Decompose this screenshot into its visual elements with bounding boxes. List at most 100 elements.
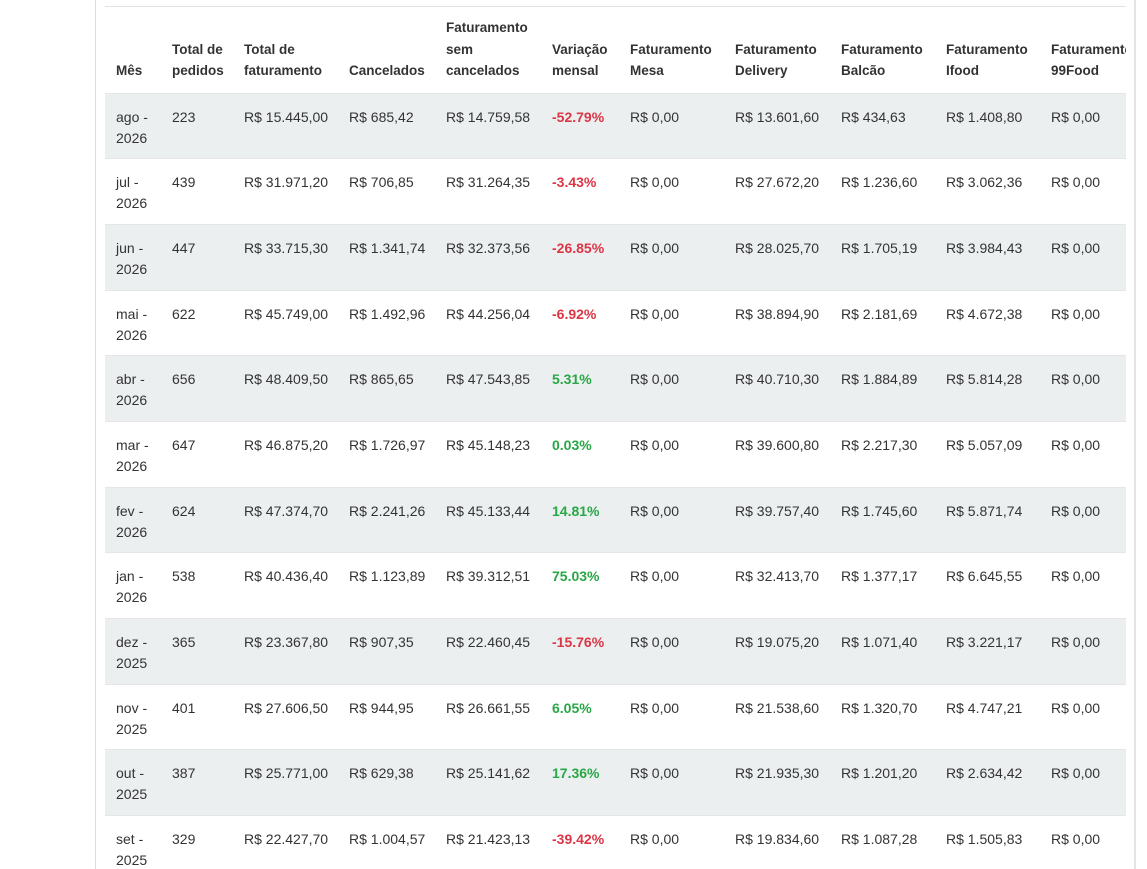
month-cell: jun - 2026 [105, 223, 161, 291]
counter-revenue-cell: R$ 1.745,60 [830, 486, 935, 553]
monthly-variation-cell: 14.81% [541, 486, 619, 553]
cancelled-cell: R$ 685,42 [338, 92, 435, 159]
total-revenue-cell: R$ 46.875,20 [233, 420, 338, 488]
table-revenue-cell: R$ 0,00 [619, 92, 724, 159]
month-cell: mar - 2026 [105, 420, 161, 488]
table-revenue-cell: R$ 0,00 [619, 420, 724, 488]
ifood-revenue-cell: R$ 1.505,83 [935, 815, 1040, 869]
cancelled-cell: R$ 907,35 [338, 618, 435, 685]
table-row: dez - 2025 365 R$ 23.367,80 R$ 907,35 R$ 22.… [105, 618, 1126, 685]
ifood-revenue-cell: R$ 5.057,09 [935, 420, 1040, 488]
food99-revenue-cell: R$ 0,00 [1040, 158, 1126, 225]
total-revenue-cell: R$ 23.367,80 [233, 618, 338, 685]
month-cell: dez - 2025 [105, 618, 161, 685]
cancelled-cell: R$ 629,38 [338, 749, 435, 816]
table-body: ago - 2026 223 R$ 15.445,00 R$ 685,42 R$ 14.… [105, 92, 1126, 869]
delivery-revenue-cell: R$ 40.710,30 [724, 355, 830, 422]
table-row: jun - 2026 447 R$ 33.715,30 R$ 1.341,74 R$ 3… [105, 223, 1126, 291]
month-cell: mai - 2026 [105, 289, 161, 356]
ifood-revenue-cell: R$ 5.814,28 [935, 355, 1040, 422]
vertical-scrollbar[interactable] [1134, 0, 1136, 869]
monthly-variation-cell: 6.05% [541, 683, 619, 750]
orders-cell: 223 [161, 92, 233, 159]
net-revenue-cell: R$ 47.543,85 [435, 355, 541, 422]
table-revenue-cell: R$ 0,00 [619, 749, 724, 816]
ifood-revenue-cell: R$ 2.634,42 [935, 749, 1040, 816]
cancelled-cell: R$ 865,65 [338, 355, 435, 422]
table-revenue-cell: R$ 0,00 [619, 223, 724, 291]
net-revenue-cell: R$ 45.148,23 [435, 420, 541, 488]
table-revenue-cell: R$ 0,00 [619, 618, 724, 685]
monthly-revenue-table: Mês Total de pedidos Total de faturament… [105, 7, 1126, 869]
total-revenue-cell: R$ 48.409,50 [233, 355, 338, 422]
month-cell: out - 2025 [105, 749, 161, 816]
table-row: set - 2025 329 R$ 22.427,70 R$ 1.004,57 R$ 2… [105, 815, 1126, 869]
table-revenue-cell: R$ 0,00 [619, 355, 724, 422]
header-total-pedidos: Total de pedidos [172, 41, 224, 79]
orders-cell: 624 [161, 486, 233, 553]
counter-revenue-cell: R$ 434,63 [830, 92, 935, 159]
monthly-variation-cell: 5.31% [541, 355, 619, 422]
counter-revenue-cell: R$ 1.087,28 [830, 815, 935, 869]
counter-revenue-cell: R$ 1.201,20 [830, 749, 935, 816]
delivery-revenue-cell: R$ 13.601,60 [724, 92, 830, 159]
monthly-variation-cell: -26.85% [541, 223, 619, 291]
total-revenue-cell: R$ 15.445,00 [233, 92, 338, 159]
orders-cell: 656 [161, 355, 233, 422]
food99-revenue-cell: R$ 0,00 [1040, 552, 1126, 619]
counter-revenue-cell: R$ 1.071,40 [830, 618, 935, 685]
table-row: jul - 2026 439 R$ 31.971,20 R$ 706,85 R$ 31.… [105, 158, 1126, 225]
total-revenue-cell: R$ 33.715,30 [233, 223, 338, 291]
net-revenue-cell: R$ 44.256,04 [435, 289, 541, 356]
delivery-revenue-cell: R$ 27.672,20 [724, 158, 830, 225]
table-row: out - 2025 387 R$ 25.771,00 R$ 629,38 R$ 25.… [105, 749, 1126, 816]
monthly-variation-cell: 17.36% [541, 749, 619, 816]
food99-revenue-cell: R$ 0,00 [1040, 355, 1126, 422]
header-faturamento-sem-cancelados: Faturamento sem cancelados [446, 20, 528, 78]
cancelled-cell: R$ 1.726,97 [338, 420, 435, 488]
food99-revenue-cell: R$ 0,00 [1040, 683, 1126, 750]
header-total-faturamento: Total de faturamento [244, 41, 323, 79]
monthly-variation-cell: -6.92% [541, 289, 619, 356]
monthly-variation-cell: -39.42% [541, 815, 619, 869]
monthly-revenue-table-container[interactable]: Mês Total de pedidos Total de faturament… [105, 6, 1126, 869]
cancelled-cell: R$ 2.241,26 [338, 486, 435, 553]
delivery-revenue-cell: R$ 21.538,60 [724, 683, 830, 750]
food99-revenue-cell: R$ 0,00 [1040, 92, 1126, 159]
total-revenue-cell: R$ 22.427,70 [233, 815, 338, 869]
food99-revenue-cell: R$ 0,00 [1040, 815, 1126, 869]
counter-revenue-cell: R$ 1.884,89 [830, 355, 935, 422]
delivery-revenue-cell: R$ 21.935,30 [724, 749, 830, 816]
food99-revenue-cell: R$ 0,00 [1040, 289, 1126, 356]
net-revenue-cell: R$ 25.141,62 [435, 749, 541, 816]
food99-revenue-cell: R$ 0,00 [1040, 223, 1126, 291]
table-revenue-cell: R$ 0,00 [619, 289, 724, 356]
cancelled-cell: R$ 1.123,89 [338, 552, 435, 619]
delivery-revenue-cell: R$ 39.600,80 [724, 420, 830, 488]
header-faturamento-delivery: Faturamento Delivery [735, 41, 817, 79]
month-cell: ago - 2026 [105, 92, 161, 159]
total-revenue-cell: R$ 31.971,20 [233, 158, 338, 225]
counter-revenue-cell: R$ 1.705,19 [830, 223, 935, 291]
header-faturamento-ifood: Faturamento Ifood [946, 41, 1028, 79]
month-cell: fev - 2026 [105, 486, 161, 553]
total-revenue-cell: R$ 25.771,00 [233, 749, 338, 816]
total-revenue-cell: R$ 47.374,70 [233, 486, 338, 553]
ifood-revenue-cell: R$ 3.062,36 [935, 158, 1040, 225]
ifood-revenue-cell: R$ 4.672,38 [935, 289, 1040, 356]
cancelled-cell: R$ 944,95 [338, 683, 435, 750]
total-revenue-cell: R$ 45.749,00 [233, 289, 338, 356]
counter-revenue-cell: R$ 2.181,69 [830, 289, 935, 356]
orders-cell: 439 [161, 158, 233, 225]
cancelled-cell: R$ 706,85 [338, 158, 435, 225]
net-revenue-cell: R$ 22.460,45 [435, 618, 541, 685]
food99-revenue-cell: R$ 0,00 [1040, 749, 1126, 816]
counter-revenue-cell: R$ 1.320,70 [830, 683, 935, 750]
net-revenue-cell: R$ 26.661,55 [435, 683, 541, 750]
total-revenue-cell: R$ 40.436,40 [233, 552, 338, 619]
table-revenue-cell: R$ 0,00 [619, 486, 724, 553]
month-cell: set - 2025 [105, 815, 161, 869]
ifood-revenue-cell: R$ 3.984,43 [935, 223, 1040, 291]
header-mes: Mês [116, 63, 143, 78]
cancelled-cell: R$ 1.004,57 [338, 815, 435, 869]
